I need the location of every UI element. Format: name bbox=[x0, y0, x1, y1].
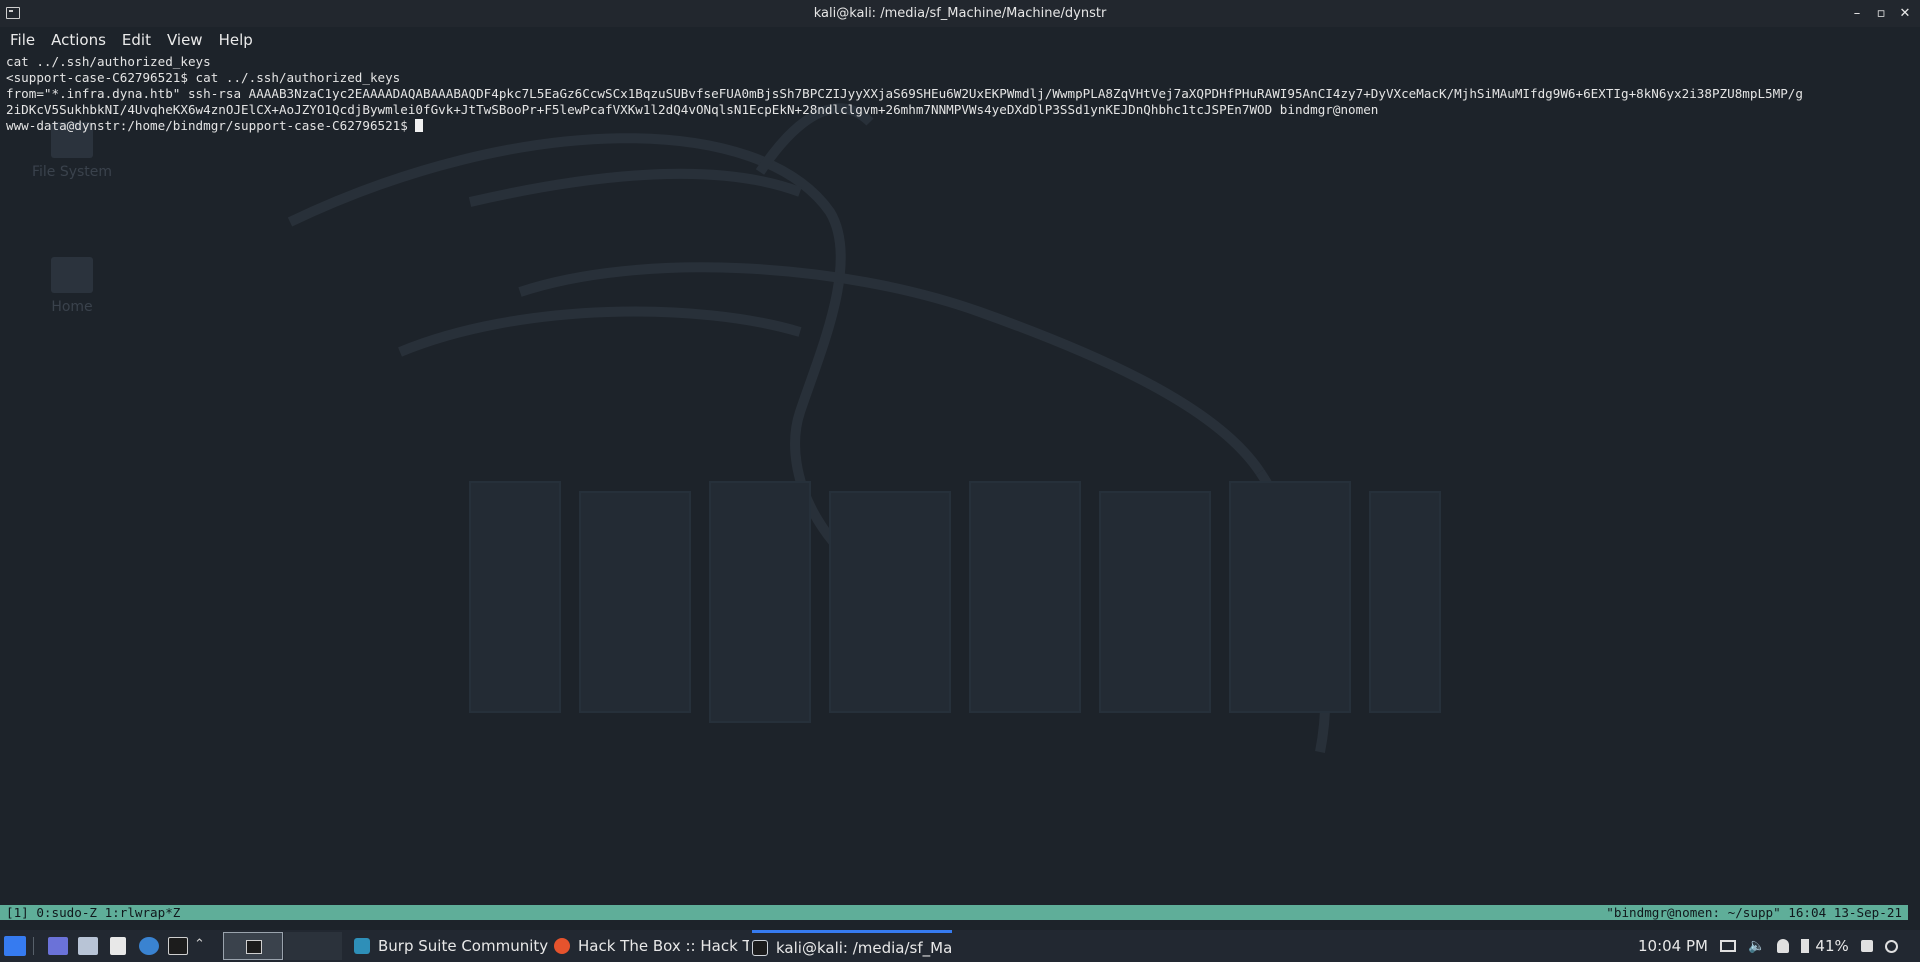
taskbar-window-label: kali@kali: /media/sf_Ma... bbox=[776, 938, 952, 957]
taskbar-window-label: Burp Suite Community E... bbox=[378, 937, 554, 955]
terminal-line: from="*.infra.dyna.htb" ssh-rsa AAAAB3Nz… bbox=[6, 86, 1803, 101]
tmux-status-right: "bindmgr@nomen: ~/supp" 16:04 13-Sep-21 bbox=[1606, 905, 1902, 920]
taskbar-separator bbox=[33, 937, 34, 955]
workspace-2[interactable] bbox=[284, 932, 342, 960]
battery-percent: 41% bbox=[1815, 937, 1849, 955]
kali-menu-icon[interactable] bbox=[4, 936, 26, 956]
terminal-output: cat ../.ssh/authorized_keys <support-cas… bbox=[6, 54, 1920, 134]
screen: kali@kali: /media/sf_Machine/Machine/dyn… bbox=[0, 0, 1920, 962]
desktop-icon-label: Home bbox=[51, 299, 93, 315]
text-cursor bbox=[415, 119, 424, 132]
power-icon[interactable] bbox=[1884, 939, 1898, 953]
volume-icon[interactable]: 🔈 bbox=[1748, 938, 1765, 954]
terminal-line: 2iDKcV5SukhbkNI/4UvqheKX6w4znOJElCX+AoJZ… bbox=[6, 102, 1379, 117]
launcher-expand-icon[interactable]: ⌃ bbox=[194, 937, 205, 952]
maximize-button[interactable]: ▫ bbox=[1872, 3, 1890, 23]
home-folder-icon bbox=[51, 257, 93, 293]
window-title: kali@kali: /media/sf_Machine/Machine/dyn… bbox=[813, 6, 1107, 21]
terminal-line: <support-case-C62796521$ cat ../.ssh/aut… bbox=[6, 70, 401, 85]
terminal-view[interactable]: File System Home cat ../.ssh/authorized_… bbox=[0, 52, 1920, 904]
show-desktop-icon[interactable] bbox=[48, 937, 68, 955]
burp-icon bbox=[354, 938, 370, 954]
menu-bar: File Actions Edit View Help bbox=[0, 27, 1920, 52]
desktop-icon-label: File System bbox=[31, 164, 113, 180]
terminal-app-icon bbox=[6, 7, 20, 19]
window-titlebar[interactable]: kali@kali: /media/sf_Machine/Machine/dyn… bbox=[0, 0, 1920, 27]
system-tray: 10:04 PM 🔈 41% bbox=[1638, 930, 1898, 962]
terminal-icon bbox=[752, 939, 768, 956]
window-controls: – ▫ ✕ bbox=[1848, 3, 1914, 23]
terminal-launcher-icon[interactable] bbox=[168, 937, 188, 955]
minimize-button[interactable]: – bbox=[1848, 3, 1866, 23]
clock[interactable]: 10:04 PM bbox=[1638, 937, 1708, 955]
workspace-1[interactable] bbox=[223, 932, 283, 960]
tmux-window-list: [1] 0:sudo-Z 1:rlwrap*Z bbox=[6, 905, 181, 920]
menu-help[interactable]: Help bbox=[211, 31, 261, 49]
kali-dragon-wallpaper bbox=[287, 103, 1441, 753]
taskbar-window-terminal[interactable]: kali@kali: /media/sf_Ma... bbox=[752, 930, 952, 962]
taskbar-window-burp[interactable]: Burp Suite Community E... bbox=[354, 930, 554, 962]
menu-file[interactable]: File bbox=[6, 31, 43, 49]
terminal-scrollbar[interactable] bbox=[1908, 52, 1920, 920]
lock-screen-icon[interactable] bbox=[1860, 940, 1873, 952]
file-manager-icon[interactable] bbox=[78, 937, 98, 955]
battery-icon[interactable] bbox=[1801, 939, 1810, 953]
taskbar-window-firefox[interactable]: Hack The Box :: Hack Th... bbox=[554, 930, 749, 962]
text-editor-icon[interactable] bbox=[110, 937, 126, 955]
taskbar: ⌃ Burp Suite Community E... Hack The Box… bbox=[0, 930, 1920, 962]
firefox-icon bbox=[554, 938, 570, 954]
tmux-status-bar: [1] 0:sudo-Z 1:rlwrap*Z "bindmgr@nomen: … bbox=[0, 905, 1908, 920]
taskbar-window-label: Hack The Box :: Hack Th... bbox=[578, 937, 749, 955]
display-icon[interactable] bbox=[1719, 940, 1736, 952]
terminal-prompt: www-data@dynstr:/home/bindmgr/support-ca… bbox=[6, 118, 416, 133]
menu-edit[interactable]: Edit bbox=[114, 31, 159, 49]
desktop-icon-home[interactable]: Home bbox=[27, 257, 117, 315]
notifications-icon[interactable] bbox=[1777, 939, 1790, 953]
menu-actions[interactable]: Actions bbox=[43, 31, 114, 49]
terminal-line: cat ../.ssh/authorized_keys bbox=[6, 54, 211, 69]
workspace-window-icon bbox=[246, 940, 262, 954]
close-button[interactable]: ✕ bbox=[1896, 3, 1914, 23]
web-browser-icon[interactable] bbox=[139, 937, 159, 955]
menu-view[interactable]: View bbox=[159, 31, 211, 49]
